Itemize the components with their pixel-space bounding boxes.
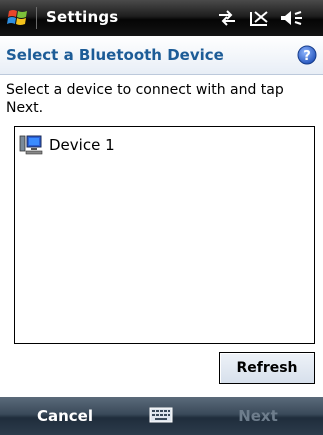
page-title: Select a Bluetooth Device bbox=[6, 46, 224, 64]
list-item[interactable]: Device 1 bbox=[19, 133, 115, 157]
help-icon[interactable]: ? bbox=[297, 45, 317, 65]
page-header: Select a Bluetooth Device ? bbox=[0, 36, 323, 75]
windows-start-icon[interactable] bbox=[6, 7, 30, 29]
speaker-icon[interactable] bbox=[281, 11, 302, 25]
refresh-button[interactable]: Refresh bbox=[219, 352, 315, 384]
softkey-bar: Cancel Next bbox=[0, 397, 323, 435]
title-separator bbox=[36, 7, 37, 29]
no-signal-icon[interactable] bbox=[250, 11, 268, 26]
computer-icon bbox=[19, 135, 43, 155]
window-title: Settings bbox=[46, 8, 119, 26]
keyboard-icon[interactable] bbox=[149, 406, 173, 424]
device-list[interactable]: Device 1 bbox=[14, 126, 315, 344]
svg-text:?: ? bbox=[303, 49, 311, 64]
next-softkey[interactable]: Next bbox=[193, 397, 323, 435]
instruction-text: Select a device to connect with and tap … bbox=[6, 82, 284, 116]
cancel-softkey[interactable]: Cancel bbox=[0, 397, 130, 435]
device-label: Device 1 bbox=[49, 136, 115, 154]
title-bar: Settings bbox=[0, 0, 323, 36]
status-icons bbox=[215, 8, 311, 28]
sync-arrows-icon[interactable] bbox=[219, 10, 235, 26]
